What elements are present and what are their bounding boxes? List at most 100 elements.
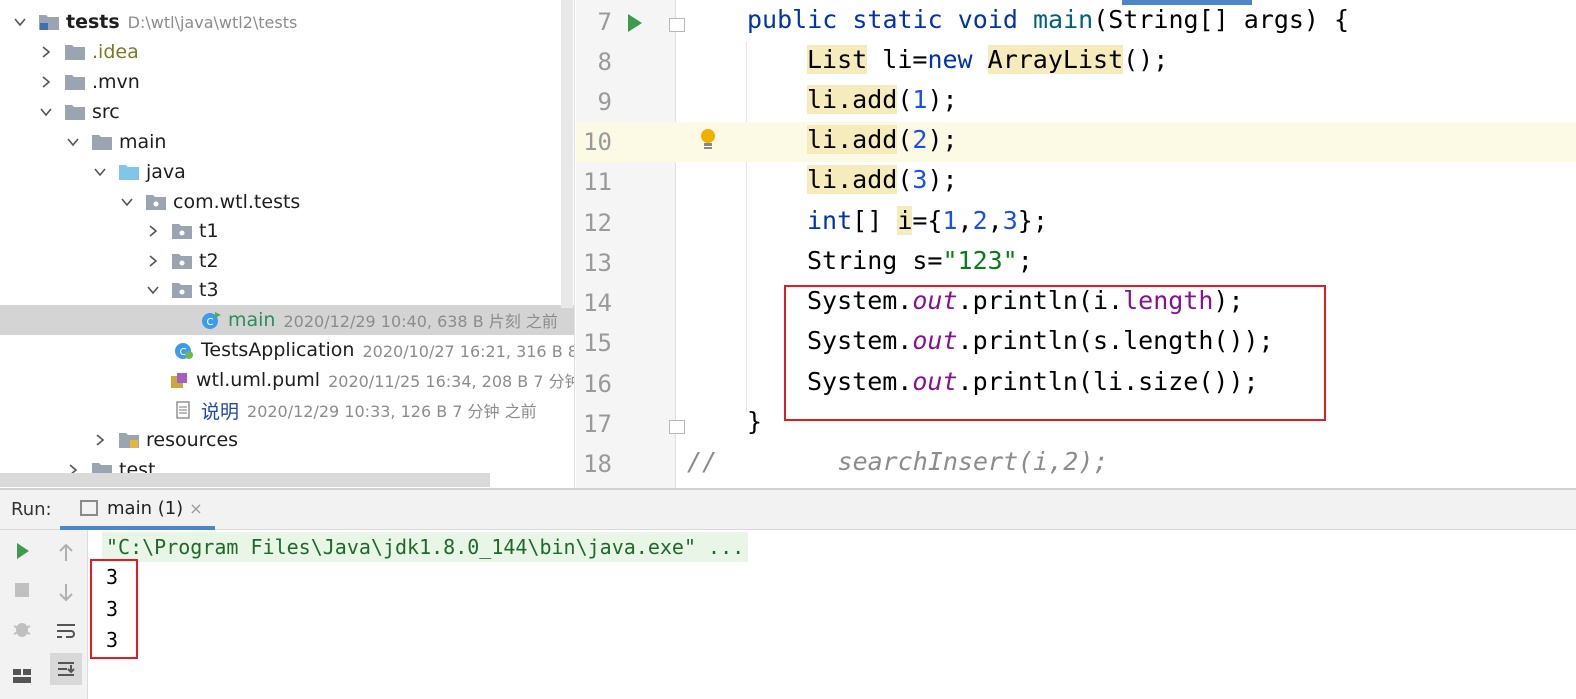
run-tab-main[interactable]: main (1) × (60, 490, 215, 530)
puml-file-icon (168, 371, 190, 389)
tree-item-src[interactable]: src (0, 97, 574, 127)
token-type: List (807, 45, 868, 74)
tree-item-main-folder[interactable]: main (0, 127, 574, 157)
tree-item-java[interactable]: java (0, 157, 574, 187)
rerun-button[interactable] (8, 537, 36, 565)
token-call: li.add (807, 125, 898, 154)
tree-label: t3 (199, 279, 219, 301)
chevron-right-icon[interactable] (145, 223, 161, 239)
tree-label: com.wtl.tests (173, 191, 301, 213)
code-line-9[interactable]: 9 li.add(1); (576, 82, 1576, 122)
run-main-icon[interactable] (628, 14, 642, 32)
svg-text:C: C (207, 317, 214, 328)
tree-item-t2[interactable]: t2 (0, 246, 574, 276)
chevron-down-icon[interactable] (119, 194, 135, 210)
token-method: main (1032, 5, 1094, 34)
tree-meta: 2020/12/29 10:33, 126 B 7 分钟 之前 (247, 402, 537, 421)
run-toolbar (0, 530, 88, 699)
code-line-10[interactable]: 10 li.add(2); (576, 122, 1576, 162)
code-text: li.add(3); (807, 165, 958, 194)
tree-item-testsapplication[interactable]: C TestsApplication 2020/10/27 16:21, 316… (0, 335, 574, 365)
line-number: 10 (583, 128, 612, 156)
token-text: , (987, 206, 1003, 235)
spring-class-icon: C (173, 341, 195, 359)
token-call: li.add (807, 85, 898, 114)
soft-wrap-button[interactable] (52, 617, 80, 645)
tree-label: tests (66, 11, 120, 33)
token-text: ( (897, 165, 913, 194)
token-keyword: new (927, 45, 973, 74)
folder-icon (91, 133, 113, 151)
source-folder-icon (118, 163, 140, 181)
output-highlight-box (90, 559, 138, 659)
tree-item-t1[interactable]: t1 (0, 216, 574, 246)
code-line-12[interactable]: 12 int[] i={1,2,3}; (576, 203, 1576, 243)
line-number: 13 (583, 249, 612, 277)
chevron-down-icon[interactable] (92, 164, 108, 180)
token-string: "123" (942, 246, 1018, 275)
code-line-13[interactable]: 13 String s="123"; (576, 243, 1576, 283)
lightbulb-icon[interactable] (700, 128, 716, 154)
stop-icon (15, 583, 29, 597)
tree-vertical-scrollbar[interactable] (561, 0, 573, 308)
scroll-up-button[interactable] (52, 539, 80, 567)
line-number: 11 (583, 168, 612, 196)
tree-item-readme[interactable]: 说明 2020/12/29 10:33, 126 B 7 分钟 之前 (0, 395, 574, 425)
debug-button[interactable] (8, 615, 36, 643)
chevron-right-icon[interactable] (38, 74, 54, 90)
package-icon (171, 252, 193, 270)
chevron-right-icon[interactable] (92, 432, 108, 448)
stop-button[interactable] (8, 576, 36, 604)
console-output[interactable]: "C:\Program Files\Java\jdk1.8.0_144\bin\… (88, 530, 1576, 699)
fold-icon[interactable] (669, 18, 685, 32)
chevron-down-icon[interactable] (12, 14, 28, 30)
line-number: 18 (583, 450, 612, 478)
tree-label: .idea (92, 41, 139, 63)
chevron-right-icon[interactable] (38, 44, 54, 60)
token-text: ); (927, 85, 958, 114)
code-text: String s="123"; (807, 246, 1033, 275)
tree-item-mvn[interactable]: .mvn (0, 67, 574, 97)
code-line-8[interactable]: 8 List li=new ArrayList(); (576, 42, 1576, 82)
code-editor[interactable]: 7 public static void main(String[] args)… (576, 0, 1576, 488)
chevron-down-icon[interactable] (145, 282, 161, 298)
chevron-right-icon[interactable] (145, 253, 161, 269)
tree-item-t3[interactable]: t3 (0, 275, 574, 305)
run-toolwindow-header: Run: main (1) × (0, 490, 1576, 530)
tree-label: src (92, 101, 120, 123)
package-icon (171, 281, 193, 299)
text-file-icon (173, 401, 195, 419)
folder-icon (64, 73, 86, 91)
tree-item-puml[interactable]: wtl.uml.puml 2020/11/25 16:34, 208 B 7 分… (0, 365, 574, 395)
token-text: ; (1017, 246, 1033, 275)
token-type: ArrayList (987, 45, 1124, 74)
token-keyword: public static void (747, 5, 1033, 34)
tree-item-tests[interactable]: tests D:\wtl\java\wtl2\tests (0, 7, 574, 37)
scroll-down-button[interactable] (52, 578, 80, 606)
chevron-down-icon[interactable] (65, 134, 81, 150)
code-line-7[interactable]: 7 public static void main(String[] args)… (576, 2, 1576, 42)
token-text: ); (927, 165, 958, 194)
fold-icon[interactable] (669, 420, 685, 434)
tree-item-idea[interactable]: .idea (0, 37, 574, 67)
layout-button[interactable] (8, 662, 36, 690)
tree-item-main-class[interactable]: C main 2020/12/29 10:40, 638 B 片刻 之前 (0, 305, 574, 335)
tree-item-resources[interactable]: resources (0, 425, 574, 455)
token-text: ); (927, 125, 958, 154)
token-text: (String[] args) { (1093, 5, 1350, 34)
token-variable: i (897, 206, 913, 235)
tree-item-package[interactable]: com.wtl.tests (0, 187, 574, 217)
scroll-to-end-button[interactable] (50, 653, 82, 685)
code-line-18[interactable]: 18 // searchInsert(i,2); (576, 444, 1576, 484)
close-icon[interactable]: × (189, 499, 202, 518)
code-text: li.add(2); (807, 125, 958, 154)
highlight-box (784, 285, 1326, 421)
code-text: int[] i={1,2,3}; (807, 206, 1048, 235)
tree-label: 说明 (201, 400, 240, 423)
line-number: 16 (583, 370, 612, 398)
module-folder-icon (38, 13, 60, 31)
tree-horizontal-scrollbar[interactable] (0, 473, 490, 487)
code-line-11[interactable]: 11 li.add(3); (576, 162, 1576, 202)
chevron-down-icon[interactable] (38, 104, 54, 120)
token-text: ={ (912, 206, 943, 235)
